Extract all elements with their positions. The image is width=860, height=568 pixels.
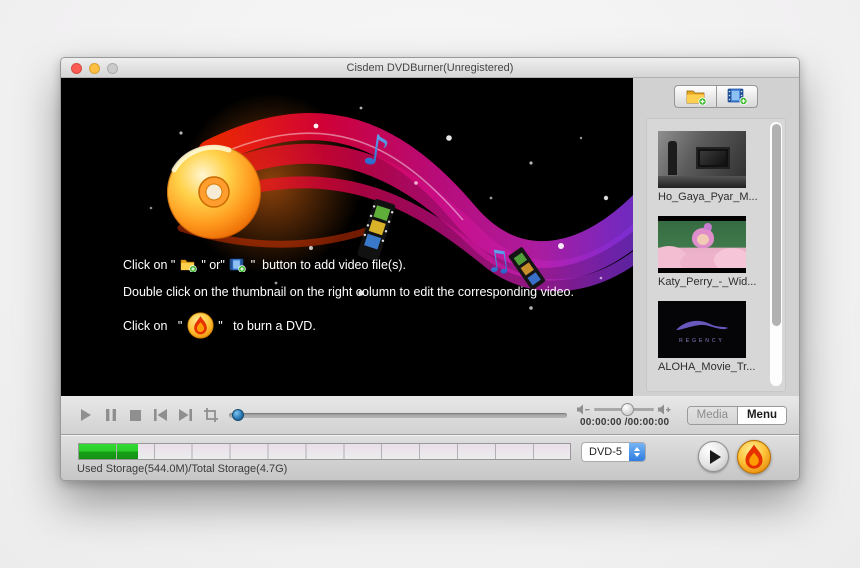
trim-icon xyxy=(203,408,218,422)
video-title: Ho_Gaya_Pyar_M... xyxy=(658,191,758,203)
list-item[interactable]: Katy_Perry_-_Wid... xyxy=(658,216,786,288)
seek-slider[interactable] xyxy=(229,404,567,426)
preview-play-button[interactable] xyxy=(698,441,729,472)
burn-flame-icon xyxy=(187,312,214,339)
zoom-button xyxy=(107,63,118,74)
disc-type-select[interactable]: DVD-5 xyxy=(581,442,647,462)
menu-tab[interactable]: Menu xyxy=(736,406,786,424)
disc-type-value: DVD-5 xyxy=(589,446,623,458)
video-thumbnail xyxy=(658,216,746,273)
film-plus-icon xyxy=(229,258,247,272)
previous-button[interactable] xyxy=(148,404,173,426)
play-button[interactable] xyxy=(73,404,98,426)
bottom-bar: Used Storage(544.0M)/Total Storage(4.7G)… xyxy=(61,435,799,480)
video-thumbnail xyxy=(658,131,746,188)
stop-icon xyxy=(130,409,141,421)
instr3-pre: Click on " xyxy=(123,318,186,333)
film-plus-icon xyxy=(727,88,747,105)
instruction-line-3: Click on " " to burn a DVD. xyxy=(123,312,574,339)
app-window: Cisdem DVDBurner(Unregistered) ♪ ♫ Click… xyxy=(60,57,800,481)
burn-button[interactable] xyxy=(737,440,771,474)
burn-flame-icon xyxy=(737,440,771,474)
regency-logo-swoosh xyxy=(676,320,728,330)
volume-cluster: 00:00:00 /00:00:00 xyxy=(576,398,673,432)
instr1-mid: " or" xyxy=(197,258,229,272)
instr1-post: " button to add video file(s). xyxy=(247,258,406,272)
storage-bar xyxy=(78,443,571,460)
volume-down-icon[interactable] xyxy=(576,404,590,415)
previous-icon xyxy=(154,409,167,421)
pause-icon xyxy=(105,409,116,421)
folder-plus-icon xyxy=(686,90,706,105)
instr1-pre: Click on " xyxy=(123,258,179,272)
instruction-line-1: Click on " " or" " button to add video f… xyxy=(123,258,574,272)
transport-bar: 00:00:00 /00:00:00 Media Menu xyxy=(61,396,799,435)
volume-slider[interactable] xyxy=(593,402,654,416)
pause-button[interactable] xyxy=(98,404,123,426)
video-title: Katy_Perry_-_Wid... xyxy=(658,276,757,288)
sidebar: Ho_Gaya_Pyar_M... Katy_Perry_-_Wid... RE… xyxy=(633,78,799,396)
time-display: 00:00:00 /00:00:00 xyxy=(580,417,670,428)
regency-logo-text: REGENCY xyxy=(679,337,725,344)
video-list-panel: Ho_Gaya_Pyar_M... Katy_Perry_-_Wid... RE… xyxy=(646,118,786,392)
list-item[interactable]: Ho_Gaya_Pyar_M... xyxy=(658,131,786,203)
folder-plus-icon xyxy=(180,258,197,272)
add-buttons-group xyxy=(674,85,758,108)
minimize-button[interactable] xyxy=(89,63,100,74)
stepper-icon[interactable] xyxy=(629,443,646,461)
instructions: Click on " " or" " button to add video f… xyxy=(123,258,574,352)
next-icon xyxy=(179,409,192,421)
close-button[interactable] xyxy=(71,63,82,74)
volume-up-icon[interactable] xyxy=(657,404,673,415)
video-thumbnail: REGENCY xyxy=(658,301,746,358)
trim-button[interactable] xyxy=(198,404,223,426)
play-icon xyxy=(709,449,721,464)
media-tab[interactable]: Media xyxy=(687,406,737,424)
instruction-line-2: Double click on the thumbnail on the rig… xyxy=(123,285,574,299)
window-title: Cisdem DVDBurner(Unregistered) xyxy=(346,61,514,74)
seek-knob[interactable] xyxy=(232,409,245,421)
storage-label: Used Storage(544.0M)/Total Storage(4.7G) xyxy=(77,463,288,475)
media-menu-toggle: Media Menu xyxy=(686,405,787,425)
scrollbar-thumb[interactable] xyxy=(771,124,781,326)
add-video-button[interactable] xyxy=(716,85,758,108)
storage-segments xyxy=(79,444,570,459)
scrollbar[interactable] xyxy=(770,122,782,386)
instr3-post: " to burn a DVD. xyxy=(214,318,316,333)
stop-button[interactable] xyxy=(123,404,148,426)
title-bar[interactable]: Cisdem DVDBurner(Unregistered) xyxy=(61,58,799,78)
play-icon xyxy=(81,409,91,421)
volume-knob[interactable] xyxy=(621,402,635,416)
list-item[interactable]: REGENCY ALOHA_Movie_Tr... xyxy=(658,301,786,373)
preview-area: ♪ ♫ Click on " " or" " button to add vid… xyxy=(61,78,633,396)
video-title: ALOHA_Movie_Tr... xyxy=(658,361,756,373)
add-folder-button[interactable] xyxy=(674,85,716,108)
traffic-lights xyxy=(71,63,118,74)
instr2-text: Double click on the thumbnail on the rig… xyxy=(123,285,574,299)
seek-track[interactable] xyxy=(229,412,567,418)
next-button[interactable] xyxy=(173,404,198,426)
